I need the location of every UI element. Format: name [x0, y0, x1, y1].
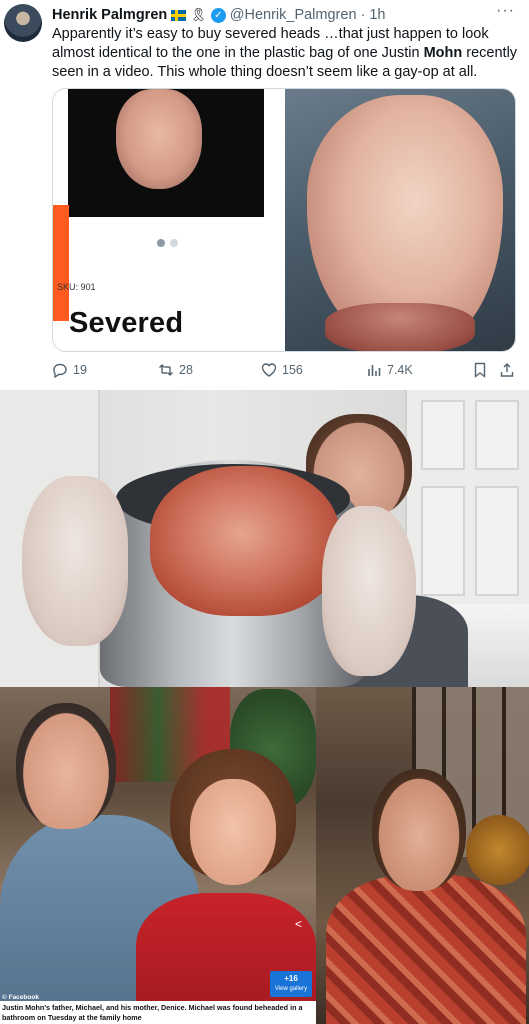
like-button[interactable]: 156 [261, 362, 303, 378]
repost-button[interactable]: 28 [158, 362, 193, 378]
tweet: Henrik Palmgren 🎗 ✓ @Henrik_Palmgren · 1… [0, 0, 529, 390]
carousel-dot[interactable] [157, 239, 165, 247]
author-handle[interactable]: @Henrik_Palmgren [230, 7, 357, 23]
product-screenshot[interactable]: SKU: 901 Severed [53, 89, 282, 351]
video-still[interactable] [0, 390, 529, 687]
bookmark-icon [472, 362, 488, 378]
separator-dot: · [360, 7, 366, 23]
carousel-dot[interactable] [170, 239, 178, 247]
product-sku: SKU: 901 [57, 282, 96, 292]
product-image [68, 89, 264, 217]
views-button[interactable]: 7.4K [366, 362, 413, 378]
more-options-icon[interactable]: ··· [496, 2, 515, 20]
repost-count: 28 [179, 363, 193, 377]
gloved-hand-right [322, 506, 416, 676]
photo-caption: Justin Mohn's father, Michael, and his m… [0, 1001, 316, 1024]
bookmark-button[interactable] [472, 362, 488, 378]
reply-icon [52, 362, 68, 378]
verified-badge-icon[interactable]: ✓ [210, 7, 226, 23]
prop-head-photo[interactable] [285, 89, 515, 351]
woman-face [190, 779, 276, 885]
gallery-label: View gallery [274, 986, 308, 992]
news-photo-couple[interactable]: < +16 View gallery © Facebook Justin Moh… [0, 687, 316, 1024]
prop-neck-image [325, 303, 475, 351]
tweet-actions: 19 28 156 7.4K [52, 362, 520, 382]
tweet-text-bold: Mohn [423, 45, 463, 61]
sweden-flag-icon [171, 9, 187, 21]
like-count: 156 [282, 363, 303, 377]
repost-icon [158, 362, 174, 378]
view-count: 7.4K [387, 363, 413, 377]
view-gallery-button[interactable]: +16 View gallery [270, 971, 312, 997]
door-panel [475, 400, 519, 470]
man-face [372, 769, 466, 891]
man-plaid-shirt [326, 875, 526, 1024]
man-face [16, 703, 116, 829]
awareness-ribbon-icon: 🎗 [190, 7, 207, 22]
heart-icon [261, 362, 277, 378]
product-side-tab [53, 205, 69, 321]
views-chart-icon [366, 362, 382, 378]
door-panel [421, 486, 465, 596]
news-photo-man[interactable] [316, 687, 529, 1024]
author-name[interactable]: Henrik Palmgren [52, 7, 167, 23]
tweet-text: Apparently it’s easy to buy severed head… [52, 25, 520, 82]
gallery-count: +16 [284, 974, 298, 983]
door-panel [475, 486, 519, 596]
gloved-hand-left [22, 476, 128, 646]
tweet-media[interactable]: SKU: 901 Severed [52, 88, 516, 352]
background-plant [466, 815, 529, 885]
tweet-header: Henrik Palmgren 🎗 ✓ @Henrik_Palmgren · 1… [52, 5, 492, 25]
reply-button[interactable]: 19 [52, 362, 87, 378]
door-panel [421, 400, 465, 470]
photo-credit: © Facebook [2, 994, 39, 1001]
upload-share-icon [499, 362, 515, 378]
carousel-dots[interactable] [157, 239, 178, 247]
share-icon[interactable]: < [295, 917, 302, 931]
share-button[interactable] [499, 362, 515, 378]
reply-count: 19 [73, 363, 87, 377]
bagged-head-image [150, 466, 340, 616]
mask-face-image [116, 89, 202, 189]
author-avatar[interactable] [4, 4, 42, 42]
product-title: Severed [69, 307, 184, 339]
tweet-timestamp[interactable]: 1h [369, 7, 385, 23]
